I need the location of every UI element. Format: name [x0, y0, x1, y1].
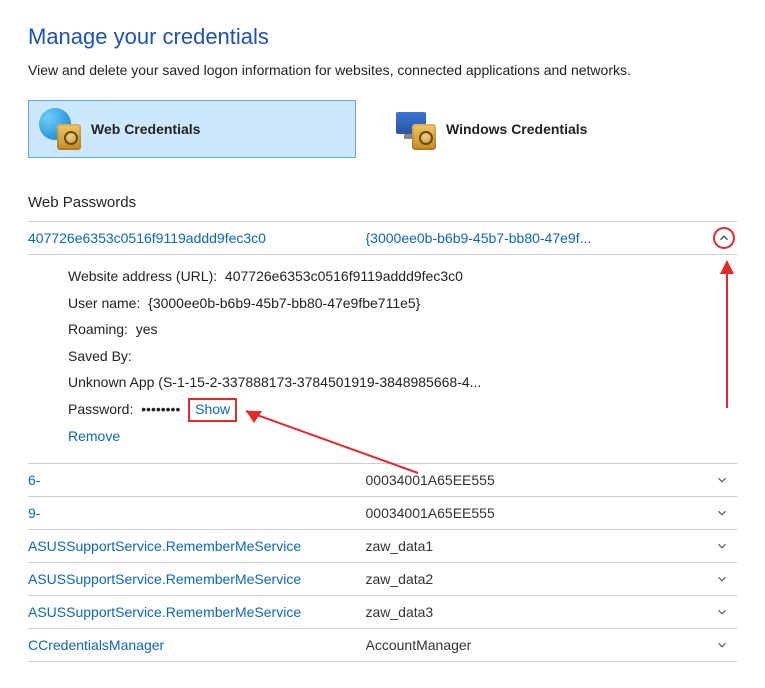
password-label: Password:: [68, 401, 133, 417]
credential-row[interactable]: ASUSSupportService.RememberMeService zaw…: [28, 563, 737, 596]
chevron-down-icon[interactable]: [713, 636, 731, 654]
credential-value: AccountManager: [366, 637, 734, 653]
roaming-value: yes: [136, 321, 158, 337]
savedby-value: Unknown App (S-1-15-2-337888173-37845019…: [68, 374, 481, 390]
chevron-down-icon[interactable]: [713, 504, 731, 522]
url-value: 407726e6353c0516f9119addd9fec3c0: [225, 268, 463, 284]
chevron-down-icon[interactable]: [713, 471, 731, 489]
credential-row[interactable]: ASUSSupportService.RememberMeService zaw…: [28, 596, 737, 629]
windows-credentials-icon: [394, 108, 436, 150]
page-title: Manage your credentials: [28, 24, 737, 50]
credential-name: CCredentialsManager: [28, 637, 366, 653]
credential-name: 6-: [28, 472, 366, 488]
tabs: Web Credentials Windows Credentials: [28, 100, 737, 158]
credential-list: 407726e6353c0516f9119addd9fec3c0 {3000ee…: [28, 221, 737, 662]
chevron-down-icon[interactable]: [713, 570, 731, 588]
password-mask: ••••••••: [141, 401, 180, 417]
roaming-label: Roaming:: [68, 321, 128, 337]
credential-name: ASUSSupportService.RememberMeService: [28, 604, 366, 620]
credential-value: 00034001A65EE555: [366, 472, 734, 488]
tab-web-label: Web Credentials: [91, 121, 200, 137]
tab-windows-credentials[interactable]: Windows Credentials: [384, 100, 712, 158]
show-button[interactable]: Show: [188, 398, 237, 422]
credential-value: zaw_data1: [366, 538, 734, 554]
credential-detail: Website address (URL): 407726e6353c0516f…: [28, 255, 737, 464]
section-title: Web Passwords: [28, 194, 737, 211]
credential-row[interactable]: CCredentialsManager AccountManager: [28, 629, 737, 662]
username-label: User name:: [68, 295, 140, 311]
credential-row[interactable]: 9- 00034001A65EE555: [28, 497, 737, 530]
credential-name: 407726e6353c0516f9119addd9fec3c0: [28, 230, 366, 246]
page-subtitle: View and delete your saved logon informa…: [28, 62, 737, 78]
credential-value: 00034001A65EE555: [366, 505, 734, 521]
tab-windows-label: Windows Credentials: [446, 121, 587, 137]
remove-link[interactable]: Remove: [68, 428, 120, 444]
credential-name: ASUSSupportService.RememberMeService: [28, 538, 366, 554]
url-label: Website address (URL):: [68, 268, 217, 284]
credential-row[interactable]: 6- 00034001A65EE555: [28, 464, 737, 497]
username-value: {3000ee0b-b6b9-45b7-bb80-47e9fbe711e5}: [148, 295, 420, 311]
credential-value: zaw_data2: [366, 571, 734, 587]
tab-web-credentials[interactable]: Web Credentials: [28, 100, 356, 158]
savedby-label: Saved By:: [68, 348, 132, 364]
chevron-up-icon[interactable]: [713, 227, 735, 249]
web-credentials-icon: [39, 108, 81, 150]
credential-value: zaw_data3: [366, 604, 734, 620]
credential-name: 9-: [28, 505, 366, 521]
credential-row-expanded[interactable]: 407726e6353c0516f9119addd9fec3c0 {3000ee…: [28, 222, 737, 255]
credential-row[interactable]: ASUSSupportService.RememberMeService zaw…: [28, 530, 737, 563]
chevron-down-icon[interactable]: [713, 603, 731, 621]
chevron-down-icon[interactable]: [713, 537, 731, 555]
credential-user-short: {3000ee0b-b6b9-45b7-bb80-47e9f...: [366, 230, 734, 246]
credential-name: ASUSSupportService.RememberMeService: [28, 571, 366, 587]
